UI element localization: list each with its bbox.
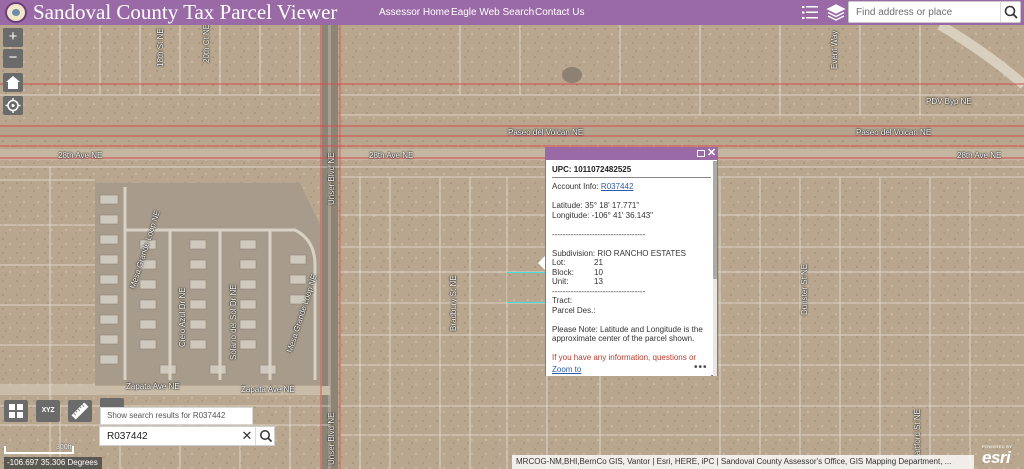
zoom-out-button[interactable]: − — [3, 49, 23, 68]
search-suggestion[interactable]: Show search results for R037442 — [100, 407, 253, 425]
nav-assessor-home-link[interactable]: Assessor Home — [379, 0, 450, 25]
street-label: Unser Blvd NE — [327, 412, 336, 465]
lot-label: Lot: — [552, 258, 566, 267]
block-label: Block: — [552, 267, 574, 277]
address-search-input[interactable] — [849, 2, 999, 22]
street-label: 20th Ct NE — [202, 25, 211, 63]
selected-parcel-outline[interactable] — [507, 272, 547, 303]
separator-text: ----------------------------------- — [552, 229, 646, 239]
esri-logo: POWERED BY esri — [982, 444, 1012, 467]
measure-icon[interactable] — [68, 400, 92, 422]
zoom-to-link[interactable]: Zoom to — [552, 365, 581, 374]
street-label: Dunster St NE — [800, 263, 809, 315]
account-info-label: Account Info: — [552, 182, 601, 191]
lot-value: 21 — [594, 258, 603, 267]
address-search-box — [848, 1, 1021, 23]
popup-header: ✕ — [546, 147, 717, 160]
account-info-row: Account Info: R037442 — [552, 182, 712, 192]
search-icon[interactable] — [255, 427, 275, 445]
street-label: 18th St NE — [156, 28, 165, 67]
street-label: Paseo del Volcan NE — [856, 128, 932, 137]
parcel-info-popup: ✕ UPC: 1011072482525 Account Info: R0374… — [545, 147, 718, 376]
search-icon[interactable] — [1000, 2, 1020, 22]
popup-footer: Zoom to ••• — [546, 362, 711, 376]
separator-text: ----------------------------------- — [552, 286, 646, 296]
street-label: Hartford St NE — [913, 408, 922, 461]
layers-icon[interactable] — [826, 3, 846, 22]
lat-long-note: Please Note: Latitude and Longitude is t… — [552, 324, 703, 344]
coordinate-tool-button[interactable]: XYZ — [36, 400, 60, 422]
street-label: Bradbury St NE — [449, 275, 458, 331]
account-info-link[interactable]: R037442 — [601, 182, 633, 191]
subdivision-text: Subdivision: RIO RANCHO ESTATES — [552, 248, 686, 258]
street-label: Zapata Ave NE — [126, 382, 180, 391]
divider — [552, 177, 711, 178]
unit-row: Unit: 13 — [552, 277, 712, 287]
block-row: Block: 10 — [552, 268, 712, 278]
map-attribution: MRCOG-NM,BHI,BernCo GIS, Vantor | Esri, … — [512, 455, 974, 469]
parcel-search-box: ✕ — [99, 426, 275, 446]
street-label: Event Way — [830, 30, 839, 69]
popup-body: Account Info: R037442 Latitude: 35° 18' … — [552, 182, 712, 368]
list-icon[interactable] — [800, 3, 820, 22]
popup-title: UPC: 1011072482525 — [552, 165, 632, 174]
home-icon[interactable] — [3, 73, 23, 92]
nav-contact-us-link[interactable]: Contact Us — [535, 0, 584, 25]
maximize-icon[interactable] — [697, 150, 705, 157]
locate-icon[interactable] — [3, 96, 23, 115]
clear-icon[interactable]: ✕ — [239, 428, 255, 444]
scale-label: 300ft — [56, 444, 72, 451]
zoom-in-button[interactable]: + — [3, 28, 23, 47]
app-header: Sandoval County Tax Parcel Viewer Assess… — [0, 0, 1024, 25]
xyz-label: XYZ — [41, 407, 55, 414]
street-label: Unser Blvd NE — [327, 152, 336, 205]
cursor-coordinates: -106.697 35.306 Degrees — [4, 457, 102, 469]
nav-eagle-web-search-link[interactable]: Eagle Web Search — [451, 0, 534, 25]
longitude-text: Longitude: -106° 41' 36.143" — [552, 210, 653, 220]
tract-text: Tract: — [552, 296, 573, 305]
app-title: Sandoval County Tax Parcel Viewer — [33, 0, 338, 24]
scrollbar-thumb[interactable] — [713, 161, 717, 279]
map-view[interactable]: Paseo del Volcan NE Paseo del Volcan NE … — [0, 25, 1024, 469]
aerial-imagery — [0, 25, 1024, 469]
street-label: 28th Ave NE — [58, 151, 103, 160]
street-label: PDV Byp NE — [926, 97, 972, 106]
street-label: Cielo Azul Dr NE — [178, 287, 187, 347]
street-label: 28th Ave NE — [369, 151, 414, 160]
street-label: Paseo del Volcan NE — [508, 128, 584, 137]
basemap-gallery-icon[interactable] — [4, 400, 28, 422]
close-icon[interactable]: ✕ — [707, 147, 716, 160]
street-label: Solano del Sol Dr NE — [229, 284, 238, 360]
latitude-text: Latitude: 35° 18' 17.771" — [552, 201, 640, 210]
unit-label: Unit: — [552, 277, 569, 286]
lot-row: Lot: 21 — [552, 258, 712, 268]
esri-wordmark: esri — [982, 448, 1011, 467]
block-value: 10 — [594, 267, 603, 277]
street-label: 28th Ave NE — [957, 151, 1002, 160]
parcel-search-input[interactable] — [100, 427, 235, 445]
unit-value: 13 — [594, 277, 603, 286]
parcel-des-text: Parcel Des.: — [552, 305, 596, 315]
street-label: Zapata Ave NE — [241, 385, 295, 394]
esri-powered-label: POWERED BY — [982, 444, 1013, 449]
county-seal-logo — [5, 2, 27, 23]
more-actions-button[interactable]: ••• — [694, 362, 708, 373]
popup-scrollbar[interactable] — [713, 161, 717, 376]
